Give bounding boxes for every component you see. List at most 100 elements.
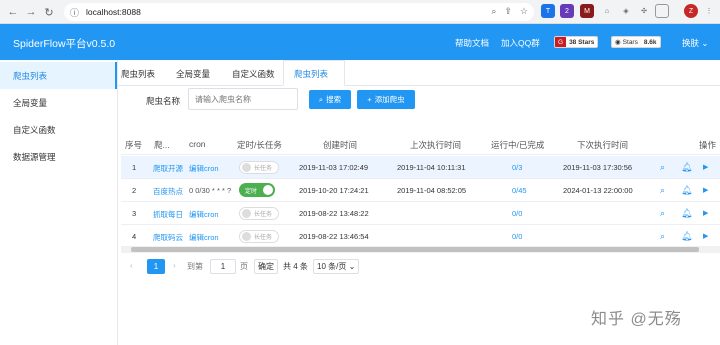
tab-custom-functions[interactable]: 自定义函数 — [232, 68, 275, 80]
bookmark-star-icon[interactable]: ☆ — [520, 6, 528, 17]
back-icon[interactable]: ← — [4, 3, 22, 21]
search-icon[interactable]: ⌕ — [660, 162, 665, 173]
spider-name-input[interactable] — [188, 88, 298, 110]
info-icon[interactable]: ⓘ — [70, 6, 84, 19]
table-header: 序号 爬... cron 定时/长任务 创建时间 上次执行时间 运行中/已完成 … — [121, 133, 720, 155]
table-row[interactable]: 1 爬取开源 编辑cron 长任务 2019-11-03 17:02:49 20… — [121, 156, 720, 179]
created-time: 2019-08-22 13:46:54 — [299, 232, 369, 241]
extension-m-icon[interactable]: M — [580, 4, 594, 18]
edit-cron-link[interactable]: 编辑cron — [189, 232, 233, 243]
bell-icon[interactable]: 🔔︎ — [681, 162, 692, 173]
gitee-icon: G — [555, 37, 567, 47]
row-index: 1 — [132, 163, 137, 172]
sidebar-item-global-vars[interactable]: 全局变量 — [0, 89, 117, 116]
gitee-stars-badge[interactable]: G 38 Stars — [554, 36, 599, 48]
run-icon[interactable]: ▶ — [703, 186, 708, 194]
page-unit-label: 页 — [240, 262, 248, 271]
row-index: 2 — [132, 186, 137, 195]
sidebar-item-custom-functions[interactable]: 自定义函数 — [0, 116, 117, 143]
prev-page-icon[interactable]: ‹ — [130, 261, 133, 270]
search-icon[interactable]: ⌕ — [660, 185, 665, 196]
timer-toggle-on[interactable]: 定时 — [239, 183, 275, 197]
edit-cron-link[interactable]: 编辑cron — [189, 209, 233, 220]
tab-global-vars[interactable]: 全局变量 — [176, 68, 210, 80]
spider-name-link[interactable]: 抓取每日 — [153, 209, 187, 220]
translate-extension-icon[interactable]: T — [541, 4, 555, 18]
last-run-time: 2019-11-04 10:11:31 — [397, 163, 466, 172]
created-time: 2019-10-20 17:24:21 — [299, 186, 369, 195]
goto-label: 到第 — [187, 262, 203, 271]
total-count: 共 4 条 — [283, 262, 308, 271]
search-button[interactable]: ⌕ 搜索 — [309, 90, 351, 109]
timer-toggle-off[interactable]: 长任务 — [239, 161, 279, 174]
skin-menu[interactable]: 换肤 ⌄ — [682, 37, 709, 49]
bell-icon[interactable]: 🔔︎ — [681, 208, 692, 219]
bell-icon[interactable]: 🔔︎ — [681, 231, 692, 242]
reload-icon[interactable]: ↻ — [40, 3, 58, 21]
address-bar[interactable]: ⓘ localhost:8088 ⌕ ⇪ ☆ — [64, 3, 534, 21]
app-title: SpiderFlow平台v0.5.0 — [13, 38, 116, 50]
spider-name-link[interactable]: 爬取开源 — [153, 163, 187, 174]
run-icon[interactable]: ▶ — [703, 232, 708, 240]
run-icon[interactable]: ▶ — [703, 163, 708, 171]
scrollbar-thumb[interactable] — [131, 247, 699, 252]
join-qq-link[interactable]: 加入QQ群 — [501, 37, 540, 49]
github-icon: ◉ Stars — [612, 37, 641, 47]
sidebar: 爬虫列表 全局变量 自定义函数 数据源管理 — [0, 60, 118, 345]
col-name: 爬... — [154, 140, 170, 150]
page-size-select[interactable]: 10 条/页 ⌄ — [313, 259, 359, 274]
tab-spider-list-active[interactable]: 爬虫列表 — [294, 68, 328, 80]
timer-toggle-off[interactable]: 长任务 — [239, 207, 279, 220]
search-icon[interactable]: ⌕ — [660, 231, 665, 242]
pagination: ‹ 1 › 到第 1 页 确定 共 4 条 10 条/页 ⌄ — [121, 259, 521, 277]
profile-avatar[interactable]: Z — [684, 4, 698, 18]
created-time: 2019-08-22 13:48:22 — [299, 209, 369, 218]
hat-extension-icon[interactable]: ⌂ — [600, 4, 614, 18]
next-page-icon[interactable]: › — [173, 261, 176, 270]
zoom-icon[interactable]: ⌕ — [491, 6, 496, 17]
plus-icon: + — [367, 95, 372, 104]
shield-extension-icon[interactable]: ◈ — [619, 4, 633, 18]
app-header: SpiderFlow平台v0.5.0 帮助文档 加入QQ群 G 38 Stars… — [0, 24, 720, 60]
col-index: 序号 — [125, 140, 143, 150]
sidepanel-icon[interactable] — [655, 4, 669, 18]
col-running: 运行中/已完成 — [491, 140, 545, 150]
run-icon[interactable]: ▶ — [703, 209, 708, 217]
row-index: 3 — [132, 209, 137, 218]
bell-icon[interactable]: 🔔︎ — [681, 185, 692, 196]
table-row[interactable]: 4 爬取码云 编辑cron 长任务 2019-08-22 13:46:54 0/… — [121, 225, 720, 248]
help-docs-link[interactable]: 帮助文档 — [455, 37, 489, 49]
running-count-link[interactable]: 0/0 — [512, 209, 522, 218]
spider-name-link[interactable]: 爬取码云 — [153, 232, 187, 243]
table-row[interactable]: 2 百度热点 0 0/30 * * * ? 定时 2019-10-20 17:2… — [121, 179, 720, 202]
kebab-menu-icon[interactable]: ⋮ — [702, 4, 716, 18]
puzzle-icon[interactable]: ✣ — [637, 4, 651, 18]
goto-page-input[interactable]: 1 — [210, 259, 236, 274]
edit-cron-link[interactable]: 0 0/30 * * * ? — [189, 186, 233, 195]
spider-name-link[interactable]: 百度热点 — [153, 186, 187, 197]
add-spider-button[interactable]: + 添加爬虫 — [357, 90, 415, 109]
horizontal-scrollbar[interactable] — [121, 246, 720, 253]
sidebar-item-spider-list[interactable]: 爬虫列表 — [0, 62, 117, 89]
col-cron: cron — [189, 139, 206, 149]
created-time: 2019-11-03 17:02:49 — [299, 163, 369, 172]
next-run-time: 2019-11-03 17:30:56 — [563, 163, 633, 172]
col-timer: 定时/长任务 — [237, 140, 282, 150]
running-count-link[interactable]: 0/3 — [512, 163, 522, 172]
tab-spider-list[interactable]: 爬虫列表 — [121, 68, 155, 80]
running-count-link[interactable]: 0/45 — [512, 186, 527, 195]
sidebar-item-datasource[interactable]: 数据源管理 — [0, 143, 117, 170]
forward-icon[interactable]: → — [22, 3, 40, 21]
goto-confirm-button[interactable]: 确定 — [254, 259, 278, 274]
timer-toggle-off[interactable]: 长任务 — [239, 230, 279, 243]
share-icon[interactable]: ⇪ — [504, 6, 512, 17]
edit-cron-link[interactable]: 编辑cron — [189, 163, 233, 174]
page-1-button[interactable]: 1 — [147, 259, 165, 274]
next-run-time: 2024-01-13 22:00:00 — [563, 186, 633, 195]
watermark: 知乎 @无殇 — [591, 311, 682, 328]
running-count-link[interactable]: 0/0 — [512, 232, 522, 241]
search-icon[interactable]: ⌕ — [660, 208, 665, 219]
github-stars-badge[interactable]: ◉ Stars 8.6k — [611, 36, 661, 48]
table-row[interactable]: 3 抓取每日 编辑cron 长任务 2019-08-22 13:48:22 0/… — [121, 202, 720, 225]
extension-badge-icon[interactable]: 2 — [560, 4, 574, 18]
